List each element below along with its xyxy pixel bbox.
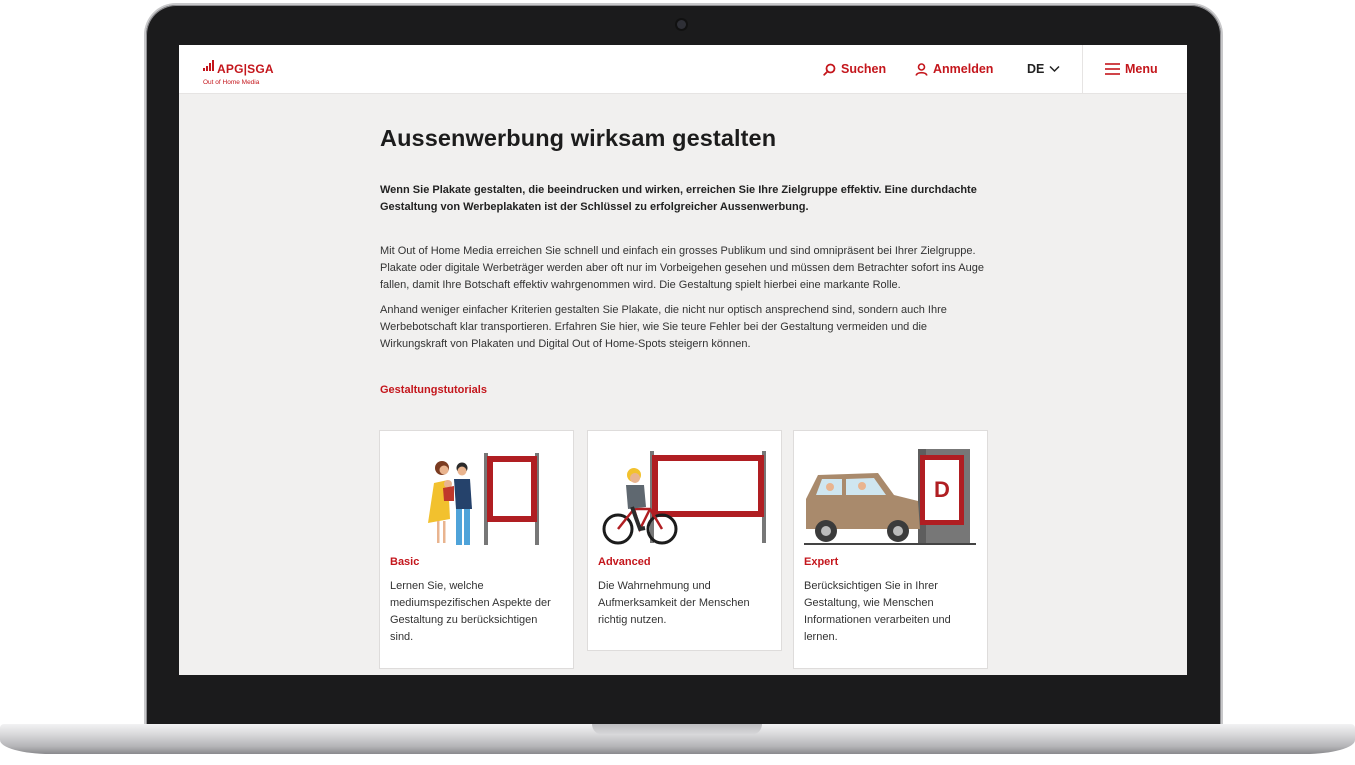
car-billboard-illustration: D: [804, 449, 976, 545]
menu-button[interactable]: Menu: [1105, 62, 1158, 76]
search-button[interactable]: Suchen: [823, 62, 886, 76]
search-icon: [823, 63, 836, 76]
card-text: Berücksichtigen Sie in Ihrer Gestaltung,…: [804, 580, 951, 643]
language-label: DE: [1027, 62, 1045, 76]
tutorial-card-expert[interactable]: D Expert Berücksichtigen Sie in Ihrer Ge…: [793, 430, 988, 669]
card-text: Lernen Sie, welche mediumspezifischen As…: [390, 580, 551, 643]
search-label: Suchen: [841, 62, 887, 76]
login-button[interactable]: Anmelden: [915, 62, 993, 76]
webcam: [677, 20, 686, 29]
tutorial-card-advanced[interactable]: Advanced Die Wahrnehmung und Aufmerksamk…: [587, 430, 782, 651]
card-title: Expert: [804, 556, 839, 568]
menu-label: Menu: [1125, 62, 1158, 76]
card-text: Die Wahrnehmung und Aufmerksamkeit der M…: [598, 580, 750, 626]
body-paragraph-1: Mit Out of Home Media erreichen Sie schn…: [380, 245, 984, 291]
card-title: Basic: [390, 556, 420, 568]
browser-viewport: APG|SGA Out of Home Media Suchen Anmelde…: [179, 45, 1187, 675]
cyclist-billboard-illustration: [602, 451, 766, 545]
card-title: Advanced: [598, 556, 651, 568]
family-billboard-illustration: [428, 453, 539, 545]
laptop-notch: [592, 724, 762, 735]
body-paragraph-2: Anhand weniger einfacher Kriterien gesta…: [380, 304, 947, 350]
language-selector[interactable]: DE: [1027, 62, 1060, 76]
page-title: Aussenwerbung wirksam gestalten: [380, 125, 777, 151]
section-label: Gestaltungstutorials: [380, 384, 487, 396]
main-content: Aussenwerbung wirksam gestalten Wenn Sie…: [380, 125, 990, 396]
logo-bars-icon: [203, 60, 214, 71]
logo-text: APG|SGA: [217, 62, 274, 76]
login-label: Anmelden: [933, 62, 994, 76]
billboard-letter: D: [934, 477, 950, 502]
lead-paragraph: Wenn Sie Plakate gestalten, die beeindru…: [380, 184, 977, 213]
tutorial-card-basic[interactable]: Basic Lernen Sie, welche mediumspezifisc…: [379, 430, 574, 669]
chevron-down-icon: [1049, 65, 1060, 73]
hamburger-icon: [1105, 63, 1120, 75]
logo-subtitle: Out of Home Media: [203, 79, 260, 86]
logo[interactable]: APG|SGA Out of Home Media: [203, 60, 274, 87]
site-header: APG|SGA Out of Home Media Suchen Anmelde…: [179, 45, 1187, 94]
user-icon: [915, 62, 928, 76]
header-divider: [1082, 45, 1083, 93]
